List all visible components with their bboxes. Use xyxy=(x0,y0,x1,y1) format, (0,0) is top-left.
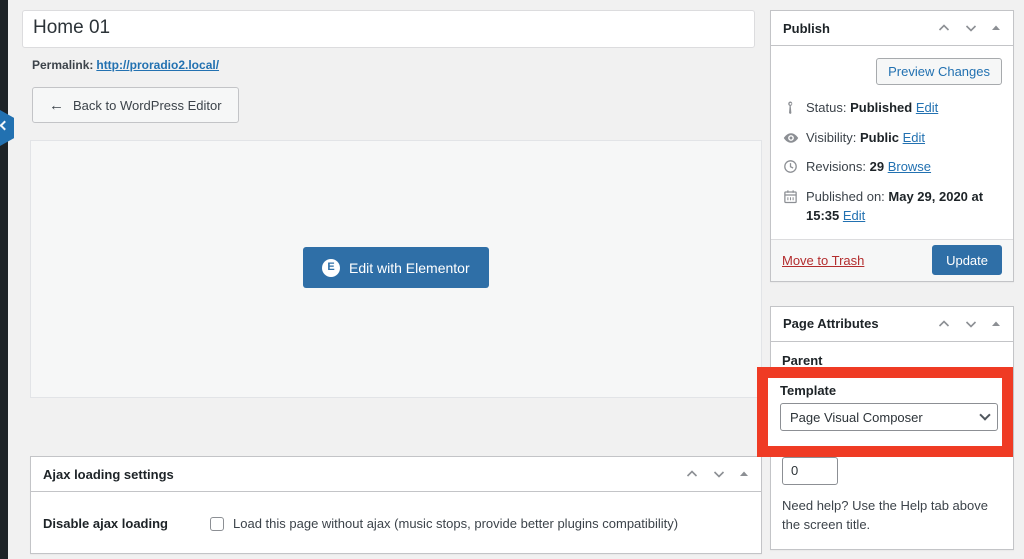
disable-ajax-option: Load this page without ajax (music stops… xyxy=(210,516,678,531)
order-input[interactable] xyxy=(782,457,838,485)
editor-sidebar: Publish Preview Changes xyxy=(770,10,1014,550)
ajax-panel-body: Disable ajax loading Load this page with… xyxy=(31,492,761,531)
wordpress-page-editor: Permalink:http://proradio2.local/ ← Back… xyxy=(0,0,1024,559)
revisions-row: Revisions: 29 Browse xyxy=(782,152,1002,182)
template-label: Template xyxy=(780,383,1006,398)
disable-ajax-description: Load this page without ajax (music stops… xyxy=(233,516,678,531)
move-up-icon[interactable] xyxy=(937,21,951,35)
template-select-value: Page Visual Composer xyxy=(790,410,923,425)
publish-panel: Publish Preview Changes xyxy=(770,10,1014,282)
template-field: Template Page Visual Composer xyxy=(780,383,1006,431)
page-attributes-header: Page Attributes xyxy=(771,307,1013,342)
permalink-label: Permalink: xyxy=(32,58,93,72)
status-label: Status: xyxy=(806,100,846,115)
template-select[interactable]: Page Visual Composer xyxy=(780,403,998,431)
published-on-label: Published on: xyxy=(806,189,885,204)
visibility-row: Visibility: Public Edit xyxy=(782,123,1002,153)
update-button[interactable]: Update xyxy=(932,245,1002,275)
revisions-count: 29 xyxy=(870,159,884,174)
elementor-button-label: Edit with Elementor xyxy=(349,260,470,276)
move-down-icon[interactable] xyxy=(964,317,978,331)
ajax-panel-header: Ajax loading settings xyxy=(31,457,761,492)
revisions-label: Revisions: xyxy=(806,159,866,174)
ajax-loading-settings-panel: Ajax loading settings Disable ajax loadi… xyxy=(30,456,762,554)
content-editor-area: E Edit with Elementor xyxy=(30,140,762,398)
status-text: Status: Published Edit xyxy=(806,98,1002,118)
move-down-icon[interactable] xyxy=(964,21,978,35)
page-attributes-title: Page Attributes xyxy=(783,316,879,331)
move-to-trash-link[interactable]: Move to Trash xyxy=(782,253,864,268)
edit-with-elementor-button[interactable]: E Edit with Elementor xyxy=(303,247,489,288)
toggle-panel-icon[interactable] xyxy=(991,319,1001,329)
visibility-label: Visibility: xyxy=(806,130,856,145)
calendar-icon xyxy=(783,187,799,204)
page-attributes-controls xyxy=(937,317,1001,331)
back-button-label: Back to WordPress Editor xyxy=(73,98,222,113)
admin-menu-rail xyxy=(0,0,8,559)
published-on-edit-link[interactable]: Edit xyxy=(843,208,865,223)
move-up-icon[interactable] xyxy=(937,317,951,331)
chevron-down-icon xyxy=(979,409,990,420)
disable-ajax-loading-label: Disable ajax loading xyxy=(43,516,176,531)
editor-main-column: Permalink:http://proradio2.local/ ← Back… xyxy=(8,0,768,559)
ajax-panel-controls xyxy=(685,467,749,481)
publish-panel-controls xyxy=(937,21,1001,35)
status-row: Status: Published Edit xyxy=(782,93,1002,123)
page-attributes-help-text: Need help? Use the Help tab above the sc… xyxy=(782,496,995,535)
pin-icon xyxy=(783,98,799,115)
revisions-browse-link[interactable]: Browse xyxy=(888,159,931,174)
publish-panel-header: Publish xyxy=(771,11,1013,46)
elementor-logo-icon: E xyxy=(322,259,340,277)
arrow-left-icon: ← xyxy=(49,98,64,113)
post-title-input[interactable] xyxy=(22,10,755,48)
move-up-icon[interactable] xyxy=(685,467,699,481)
eye-icon xyxy=(783,128,799,145)
permalink-row: Permalink:http://proradio2.local/ xyxy=(22,58,754,72)
publish-panel-title: Publish xyxy=(783,21,830,36)
parent-label: Parent xyxy=(782,353,1002,368)
visibility-edit-link[interactable]: Edit xyxy=(903,130,925,145)
visibility-value: Public xyxy=(860,130,899,145)
published-on-text: Published on: May 29, 2020 at 15:35 Edit xyxy=(806,187,1002,226)
disable-ajax-checkbox[interactable] xyxy=(210,517,224,531)
status-value: Published xyxy=(850,100,912,115)
toggle-panel-icon[interactable] xyxy=(991,23,1001,33)
publish-panel-footer: Move to Trash Update xyxy=(771,239,1013,281)
preview-changes-button[interactable]: Preview Changes xyxy=(876,58,1002,85)
back-to-wordpress-editor-button[interactable]: ← Back to WordPress Editor xyxy=(32,87,239,123)
move-down-icon[interactable] xyxy=(712,467,726,481)
published-on-row: Published on: May 29, 2020 at 15:35 Edit xyxy=(782,182,1002,231)
publish-panel-body: Preview Changes Status: Published Edit xyxy=(771,46,1013,231)
toggle-panel-icon[interactable] xyxy=(739,469,749,479)
preview-row: Preview Changes xyxy=(782,55,1002,93)
ajax-panel-title: Ajax loading settings xyxy=(43,467,174,482)
visibility-text: Visibility: Public Edit xyxy=(806,128,1002,148)
clock-icon xyxy=(783,157,799,174)
status-edit-link[interactable]: Edit xyxy=(916,100,938,115)
permalink-link[interactable]: http://proradio2.local/ xyxy=(96,58,219,72)
revisions-text: Revisions: 29 Browse xyxy=(806,157,1002,177)
